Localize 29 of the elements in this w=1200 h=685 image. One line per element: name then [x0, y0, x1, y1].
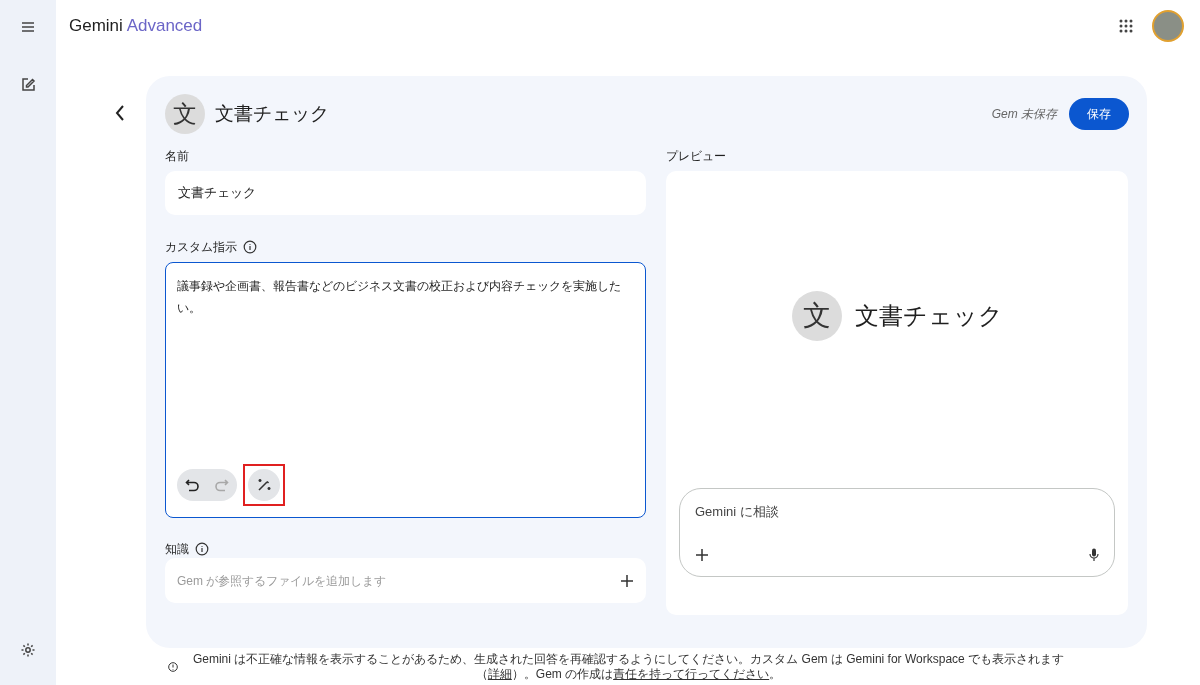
- footer-link[interactable]: 詳細: [487, 666, 512, 681]
- gem-avatar: 文: [165, 94, 205, 134]
- save-button[interactable]: 保存: [1069, 98, 1129, 130]
- settings-icon[interactable]: [19, 641, 37, 659]
- info-icon: [167, 661, 178, 672]
- app-title: Gemini Advanced: [69, 15, 203, 38]
- info-icon[interactable]: [195, 542, 209, 556]
- gem-title: 文書チェック: [854, 301, 1003, 331]
- name-field[interactable]: 文書チェック: [165, 171, 646, 215]
- info-icon[interactable]: [243, 240, 257, 254]
- back-icon[interactable]: [114, 104, 126, 122]
- footer-link[interactable]: 責任を持って行ってください: [613, 666, 770, 681]
- field-label: カスタム指示: [165, 239, 237, 256]
- preview-label: プレビュー: [666, 148, 727, 164]
- account-avatar[interactable]: [1152, 10, 1184, 42]
- field-label: 知識: [165, 541, 189, 558]
- apps-grid-icon[interactable]: [1118, 18, 1134, 34]
- disclaimer-text: Gemini は不正確な情報を表示することがあるため、生成された回答を再確認するようにしてください。カスタム Gem は Gemini for Workspace でも表示されます（詳細）。Gem の作成は責任を持って行ってください。: [191, 651, 1066, 682]
- save-status: Gem 未保存: [991, 106, 1057, 123]
- gem-title: 文書チェック: [215, 101, 329, 126]
- add-icon[interactable]: [620, 573, 634, 588]
- undo-icon[interactable]: [185, 478, 200, 492]
- add-icon[interactable]: [695, 548, 709, 562]
- field-label: 名前: [165, 148, 190, 164]
- instructions-field[interactable]: 議事録や企画書、報告書などのビジネス文書の校正および内容チェックを実施したい。: [165, 262, 646, 518]
- new-chat-icon[interactable]: [19, 76, 37, 94]
- microphone-icon[interactable]: [1089, 548, 1099, 562]
- chat-input[interactable]: Gemini に相談: [679, 488, 1115, 577]
- gem-avatar: 文: [791, 291, 842, 341]
